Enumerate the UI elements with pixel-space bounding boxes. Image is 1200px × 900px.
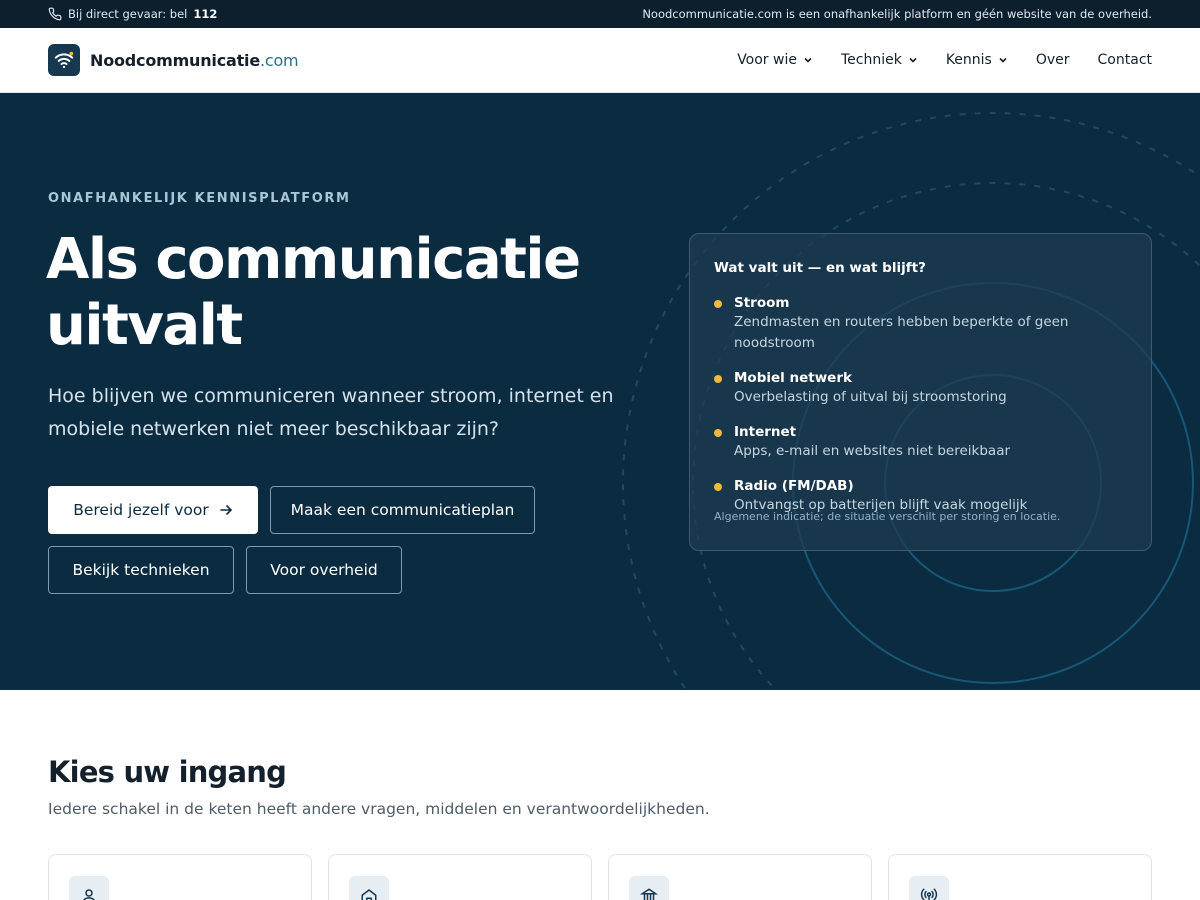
nav-label: Over <box>1035 52 1070 68</box>
bullet-dot-icon <box>714 429 722 437</box>
card-footnote: Algemene indicatie; de situatie verschil… <box>714 510 1061 523</box>
chevron-down-icon <box>909 57 917 63</box>
emergency-prefix: Bij direct gevaar: bel <box>68 7 188 21</box>
chevron-down-icon <box>804 57 812 63</box>
item-label: Radio (FM/DAB) <box>734 478 854 494</box>
item-label: Stroom <box>734 295 790 311</box>
nav-label: Kennis <box>945 52 992 68</box>
bullet-dot-icon <box>714 375 722 383</box>
item-label: Mobiel netwerk <box>734 370 852 386</box>
brand-logo-link[interactable]: Noodcommunicatie.com <box>48 44 299 76</box>
wifi-logo-icon <box>48 44 80 76</box>
government-button[interactable]: Voor overheid <box>246 546 402 594</box>
section-title: Kies uw ingang <box>48 755 287 789</box>
entry-card-citizen[interactable] <box>48 854 312 900</box>
hero-section: ONAFHANKELIJK KENNISPLATFORM Als communi… <box>0 93 1200 690</box>
item-description: Overbelasting of uitval bij stroomstorin… <box>734 389 1007 405</box>
disclaimer-text: Noodcommunicatie.com is een onafhankelij… <box>642 7 1152 21</box>
prepare-button-label: Bereid jezelf voor <box>73 501 209 519</box>
emergency-notice: Bij direct gevaar: bel 112 <box>48 7 217 21</box>
entry-card-household[interactable] <box>328 854 592 900</box>
top-info-bar: Bij direct gevaar: bel 112 Noodcommunica… <box>0 0 1200 28</box>
bullet-dot-icon <box>714 300 722 308</box>
person-icon <box>69 876 109 900</box>
communication-plan-label: Maak een communicatieplan <box>290 501 515 519</box>
main-nav: Voor wie Techniek Kennis Over Contact <box>737 52 1152 68</box>
bullet-dot-icon <box>714 483 722 491</box>
radio-antenna-icon <box>909 876 949 900</box>
item-description: Zendmasten en routers hebben beperkte of… <box>734 314 1069 351</box>
entry-card-radio[interactable] <box>888 854 1152 900</box>
phone-icon <box>48 7 62 21</box>
communication-plan-button[interactable]: Maak een communicatieplan <box>270 486 535 534</box>
nav-label: Contact <box>1097 52 1152 68</box>
nav-kennis[interactable]: Kennis <box>946 52 1008 68</box>
hero-subtitle: Hoe blijven we communiceren wanneer stro… <box>48 385 614 440</box>
item-label: Internet <box>734 424 797 440</box>
card-item-stroom: Stroom Zendmasten en routers hebben bepe… <box>714 294 1127 354</box>
hero-title: Als communicatie uitvalt <box>46 227 581 358</box>
arrow-right-icon <box>219 505 232 515</box>
brand-main: Noodcommunicatie <box>90 50 260 70</box>
nav-techniek[interactable]: Techniek <box>841 52 918 68</box>
techniques-button[interactable]: Bekijk technieken <box>48 546 234 594</box>
item-description: Apps, e-mail en websites niet bereikbaar <box>734 443 1011 459</box>
card-title: Wat valt uit — en wat blijft? <box>714 260 926 276</box>
hero-eyebrow: ONAFHANKELIJK KENNISPLATFORM <box>48 191 351 206</box>
brand-name: Noodcommunicatie.com <box>90 50 299 70</box>
home-icon <box>349 876 389 900</box>
nav-over[interactable]: Over <box>1036 52 1070 68</box>
section-subtitle: Iedere schakel in de keten heeft andere … <box>48 800 710 818</box>
nav-label: Voor wie <box>737 52 797 68</box>
techniques-label: Bekijk technieken <box>72 561 210 579</box>
card-item-internet: Internet Apps, e-mail en websites niet b… <box>714 423 1127 462</box>
prepare-button[interactable]: Bereid jezelf voor <box>48 486 258 534</box>
brand-tld: .com <box>259 50 299 70</box>
outage-info-card: Wat valt uit — en wat blijft? Stroom Zen… <box>689 233 1152 551</box>
chevron-down-icon <box>999 57 1007 63</box>
government-building-icon <box>629 876 669 900</box>
government-label: Voor overheid <box>270 561 378 579</box>
card-item-mobiel-netwerk: Mobiel netwerk Overbelasting of uitval b… <box>714 369 1127 408</box>
nav-contact[interactable]: Contact <box>1098 52 1152 68</box>
nav-voor-wie[interactable]: Voor wie <box>737 52 813 68</box>
site-header: Noodcommunicatie.com Voor wie Techniek K… <box>0 28 1200 93</box>
emergency-number[interactable]: 112 <box>193 7 217 21</box>
entry-card-government[interactable] <box>608 854 872 900</box>
nav-label: Techniek <box>840 52 902 68</box>
